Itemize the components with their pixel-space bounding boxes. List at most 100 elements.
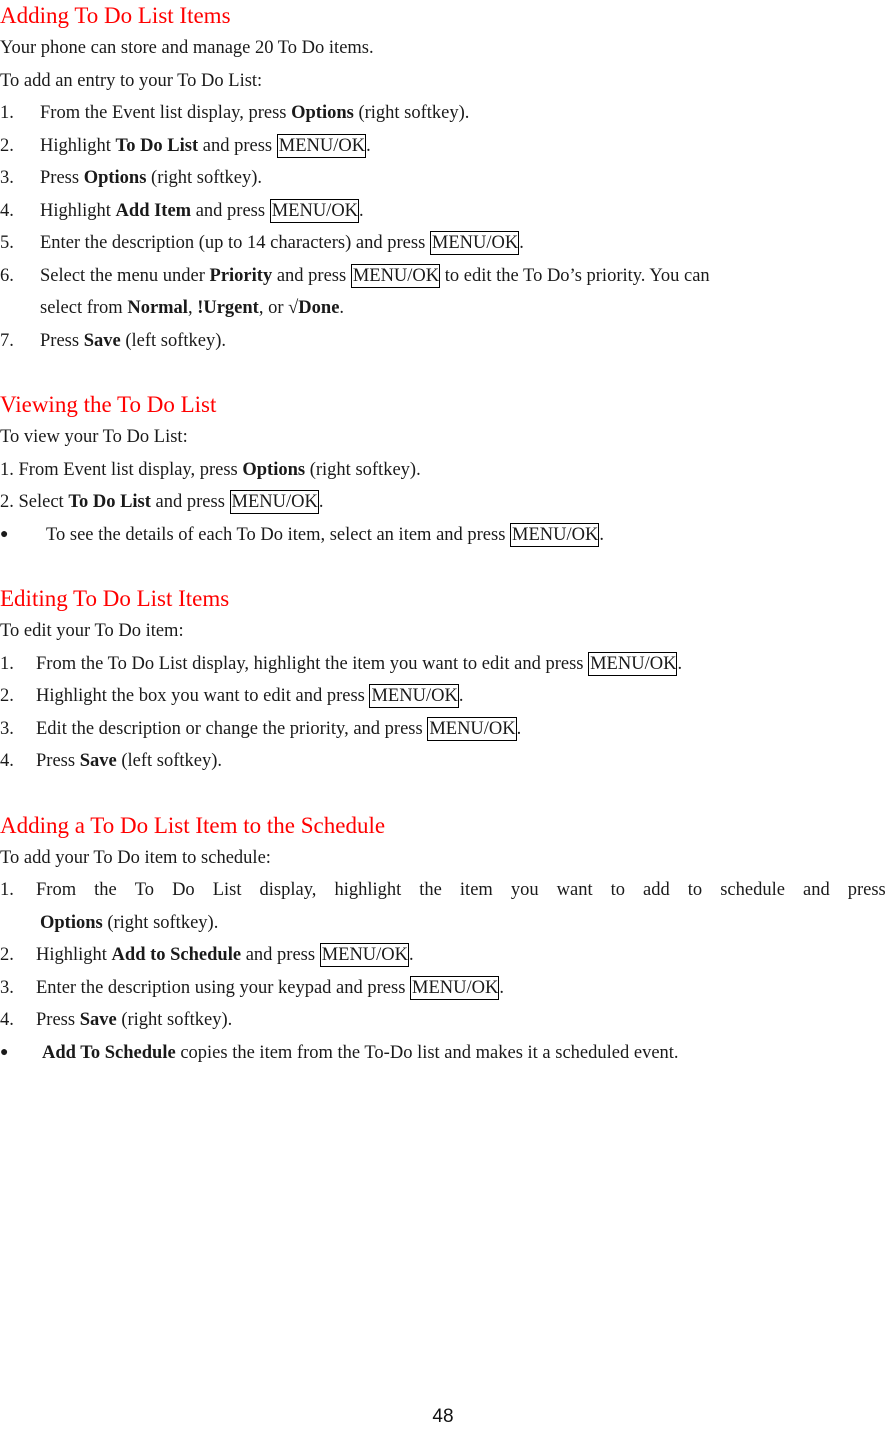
softkey-label: Options bbox=[40, 912, 103, 933]
menu-ok-key: MENU/OK bbox=[410, 975, 500, 1000]
step-number: 6. bbox=[0, 265, 14, 286]
step-text: , bbox=[187, 298, 198, 318]
step-text: Press bbox=[36, 1010, 80, 1030]
step-text: copies the item from the To-Do list and … bbox=[175, 1042, 679, 1063]
step-text: Highlight the box you want to edit and p… bbox=[36, 686, 370, 706]
list-item: 4. Press Save (left softkey). bbox=[0, 745, 886, 778]
list-item: 1. From the Event list display, press Opt… bbox=[0, 97, 886, 130]
menu-label: Add to Schedule bbox=[111, 945, 242, 965]
menu-ok-key: MENU/OK bbox=[369, 684, 459, 708]
menu-ok-key: MENU/OK bbox=[427, 716, 517, 741]
word: From bbox=[36, 880, 77, 900]
list-item: 1. From the To Do List display, highlight the it… bbox=[0, 874, 886, 907]
step-number: 2. bbox=[0, 135, 14, 156]
list-item: 3. Edit the description or change the pri… bbox=[0, 713, 886, 746]
step-text: , or bbox=[258, 298, 289, 318]
step-number: 1. bbox=[0, 653, 14, 674]
list-item: 1. From Event list display, press Option… bbox=[0, 454, 886, 487]
menu-label: Add Item bbox=[115, 200, 192, 221]
menu-label: Priority bbox=[209, 265, 273, 286]
step-text: Highlight bbox=[36, 945, 112, 965]
word: add bbox=[643, 880, 670, 900]
step-text: Select the menu under bbox=[40, 265, 210, 286]
menu-ok-key: MENU/OK bbox=[319, 943, 410, 967]
priority-option-done: √Done bbox=[288, 298, 340, 318]
word: press bbox=[847, 880, 886, 900]
softkey-label: Save bbox=[79, 1010, 117, 1030]
menu-ok-key: MENU/OK bbox=[350, 263, 441, 288]
step-text: (right softkey). bbox=[102, 912, 219, 933]
priority-option-urgent: !Urgent bbox=[197, 298, 259, 318]
step-number: 4. bbox=[0, 200, 14, 221]
bullet-item: ● To see the details of each To Do item, … bbox=[0, 519, 886, 552]
step-number: 3. bbox=[0, 977, 14, 998]
step-text: Press bbox=[40, 168, 84, 188]
paragraph: To edit your To Do item: bbox=[0, 621, 184, 641]
step-number: 4. bbox=[0, 751, 14, 771]
step-text: 2. Select bbox=[0, 492, 69, 512]
bullet-item: ● Add To Schedule copies the item from th… bbox=[0, 1037, 886, 1070]
paragraph: Your phone can store and manage 20 To Do… bbox=[0, 38, 374, 58]
step-text: From the Event list display, press bbox=[40, 103, 292, 123]
heading-viewing-list: Viewing the To Do List bbox=[0, 392, 217, 417]
step-text: . bbox=[339, 298, 345, 318]
step-text: Press bbox=[36, 751, 80, 771]
list-item: 2. Highlight the box you want to edit and… bbox=[0, 680, 886, 713]
step-text: (left softkey). bbox=[116, 751, 222, 771]
word: the bbox=[419, 880, 442, 900]
list-item: 6. Select the menu under Priority and pre… bbox=[0, 260, 886, 293]
step-text: Edit the description or change the prior… bbox=[36, 718, 428, 739]
priority-option-normal: Normal bbox=[127, 298, 188, 318]
list-item: 1. From the To Do List display, highlight… bbox=[0, 648, 886, 681]
softkey-label: Save bbox=[79, 751, 117, 771]
step-text: to edit the To Do’s priority. You can bbox=[440, 265, 710, 286]
step-text: and press bbox=[198, 135, 277, 156]
step-text: and press bbox=[150, 492, 230, 512]
list-item-continuation: Options (right softkey). bbox=[0, 907, 886, 940]
paragraph: To add an entry to your To Do List: bbox=[0, 70, 263, 91]
word: display, bbox=[259, 880, 317, 900]
list-item: 7. Press Save (left softkey). bbox=[0, 325, 886, 358]
step-text: Enter the description (up to 14 characte… bbox=[40, 233, 430, 253]
list-item: 3. Enter the description using your keypa… bbox=[0, 972, 886, 1005]
softkey-label: Options bbox=[242, 459, 306, 480]
heading-add-to-schedule: Adding a To Do List Item to the Schedule bbox=[0, 812, 386, 838]
menu-ok-key: MENU/OK bbox=[429, 231, 520, 255]
paragraph: To add your To Do item to schedule: bbox=[0, 847, 271, 868]
word: Do bbox=[172, 880, 195, 900]
heading-adding-items: Adding To Do List Items bbox=[0, 3, 231, 28]
list-item: 5. Enter the description (up to 14 charac… bbox=[0, 227, 886, 260]
step-text: (right softkey). bbox=[116, 1010, 233, 1030]
step-number: 5. bbox=[0, 233, 14, 253]
word: you bbox=[510, 880, 539, 900]
page-number: 48 bbox=[432, 1406, 454, 1427]
paragraph: To view your To Do List: bbox=[0, 427, 188, 447]
step-number: 1. bbox=[0, 880, 14, 900]
menu-ok-key: MENU/OK bbox=[588, 651, 678, 676]
word: To bbox=[134, 880, 155, 900]
step-text: To see the details of each To Do item, s… bbox=[46, 524, 511, 545]
step-number: 1. bbox=[0, 103, 14, 123]
word: item bbox=[459, 880, 493, 900]
step-text: Enter the description using your keypad … bbox=[36, 977, 411, 998]
softkey-label: Save bbox=[83, 330, 121, 351]
manual-page: Adding To Do List Items Your phone can s… bbox=[0, 0, 886, 1069]
step-text-justified: From the To Do List display, highlight the item y… bbox=[36, 874, 886, 907]
softkey-label: Options bbox=[291, 103, 354, 123]
menu-label: To Do List bbox=[115, 135, 199, 156]
step-text: (right softkey). bbox=[353, 103, 470, 123]
step-text: Highlight bbox=[40, 135, 116, 156]
list-item: 4. Press Save (right softkey). bbox=[0, 1004, 886, 1037]
word: to bbox=[610, 880, 626, 900]
step-text: select from bbox=[40, 298, 128, 318]
list-item: 2. Highlight Add to Schedule and press ME… bbox=[0, 939, 886, 972]
menu-ok-key: MENU/OK bbox=[269, 198, 360, 223]
word: List bbox=[212, 880, 242, 900]
bullet-icon: ● bbox=[0, 1044, 9, 1060]
step-text: . bbox=[499, 977, 504, 998]
word: highlight bbox=[334, 880, 402, 900]
step-number: 4. bbox=[0, 1010, 14, 1030]
list-item: 3. Press Options (right softkey). bbox=[0, 162, 886, 195]
